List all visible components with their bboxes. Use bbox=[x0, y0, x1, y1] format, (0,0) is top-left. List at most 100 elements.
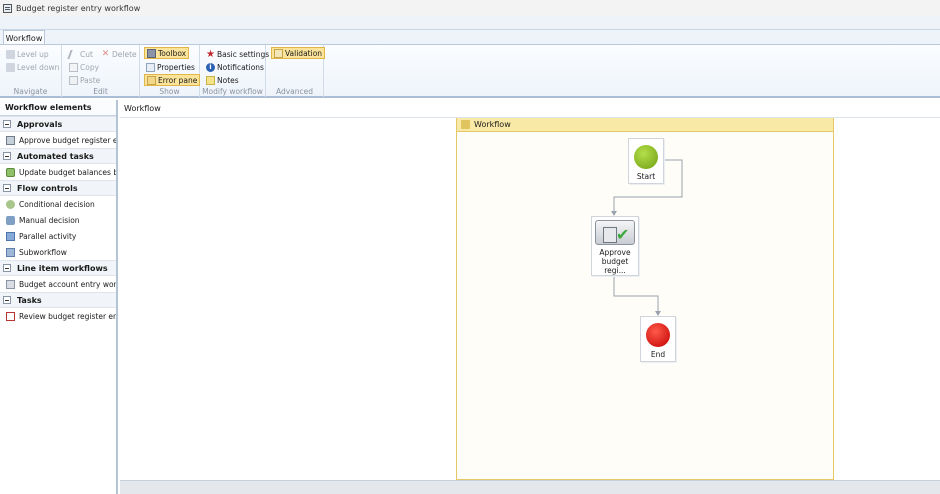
toolbox-label: Toolbox bbox=[158, 48, 187, 58]
element-label: Conditional decision bbox=[19, 199, 95, 209]
task-icon bbox=[6, 311, 15, 321]
group-label-navigate: Navigate bbox=[13, 87, 48, 96]
notifications-button[interactable]: i Notifications bbox=[204, 61, 266, 73]
element-label: Parallel activity bbox=[19, 231, 77, 241]
error-pane-label: Error pane bbox=[158, 75, 198, 85]
category-line-item-workflows[interactable]: Line item workflows bbox=[0, 260, 116, 276]
collapse-icon[interactable] bbox=[3, 152, 11, 160]
canvas-breadcrumb: Workflow bbox=[120, 100, 940, 118]
toolbox-icon bbox=[147, 48, 156, 58]
notes-label: Notes bbox=[217, 75, 239, 85]
end-icon bbox=[646, 323, 670, 347]
element-label: Budget account entry workflow bbox=[19, 279, 116, 289]
element-conditional-decision[interactable]: Conditional decision bbox=[0, 196, 116, 212]
element-approve-budget-register-entry[interactable]: Approve budget register entry bbox=[0, 132, 116, 148]
ribbon-group-edit: Cut ✕ Delete Copy Paste Edit bbox=[62, 45, 140, 97]
properties-icon bbox=[146, 62, 155, 72]
ribbon: Level up Level down Navigate Cut ✕ Delet… bbox=[0, 44, 940, 98]
level-down-icon bbox=[6, 62, 15, 72]
element-budget-account-entry-workflow[interactable]: Budget account entry workflow bbox=[0, 276, 116, 292]
copy-icon bbox=[69, 62, 78, 72]
level-down-button[interactable]: Level down bbox=[4, 61, 61, 73]
window-title: Budget register entry workflow bbox=[16, 3, 141, 13]
copy-label: Copy bbox=[80, 62, 100, 72]
approve-node[interactable]: ✔ Approve budget regi... bbox=[591, 216, 639, 276]
category-flow-controls[interactable]: Flow controls bbox=[0, 180, 116, 196]
element-label: Review budget register entry bbox=[19, 311, 116, 321]
element-subworkflow[interactable]: Subworkflow bbox=[0, 244, 116, 260]
element-update-budget-balances[interactable]: Update budget balances budget bbox=[0, 164, 116, 180]
validation-label: Validation bbox=[285, 48, 323, 58]
automated-task-icon bbox=[6, 167, 15, 177]
canvas-scrollbar[interactable] bbox=[120, 480, 940, 494]
pane-title: Workflow elements bbox=[0, 100, 116, 116]
cut-button[interactable]: Cut bbox=[67, 48, 95, 60]
parallel-activity-icon bbox=[6, 231, 15, 241]
element-review-budget-register-entry[interactable]: Review budget register entry bbox=[0, 308, 116, 324]
level-down-label: Level down bbox=[17, 62, 60, 72]
properties-button[interactable]: Properties bbox=[144, 61, 197, 73]
paste-button[interactable]: Paste bbox=[67, 74, 102, 86]
workflow-container[interactable]: Workflow Start ✔ Approve budget regi... … bbox=[456, 118, 834, 480]
conditional-decision-icon bbox=[6, 199, 15, 209]
element-label: Subworkflow bbox=[19, 247, 67, 257]
category-approvals[interactable]: Approvals bbox=[0, 116, 116, 132]
collapse-icon[interactable] bbox=[3, 120, 11, 128]
group-label-modify: Modify workflow bbox=[202, 87, 263, 96]
ribbon-group-modify: ★ Basic settings i Notifications Notes M… bbox=[200, 45, 269, 97]
info-icon: i bbox=[206, 62, 215, 72]
manual-decision-icon bbox=[6, 215, 15, 225]
approval-icon bbox=[6, 135, 15, 145]
category-label: Tasks bbox=[17, 295, 42, 305]
notes-icon bbox=[206, 75, 215, 85]
notifications-label: Notifications bbox=[217, 62, 264, 72]
category-tasks[interactable]: Tasks bbox=[0, 292, 116, 308]
collapse-icon[interactable] bbox=[3, 184, 11, 192]
collapse-icon[interactable] bbox=[3, 264, 11, 272]
element-parallel-activity[interactable]: Parallel activity bbox=[0, 228, 116, 244]
category-label: Automated tasks bbox=[17, 151, 94, 161]
approval-task-icon: ✔ bbox=[595, 220, 635, 245]
level-up-button[interactable]: Level up bbox=[4, 48, 51, 60]
level-up-icon bbox=[6, 49, 15, 59]
delete-icon: ✕ bbox=[101, 48, 110, 59]
element-label: Approve budget register entry bbox=[19, 135, 116, 145]
ribbon-group-show: Toolbox Properties Error pane Show bbox=[140, 45, 201, 97]
error-pane-icon bbox=[147, 75, 156, 85]
basic-settings-button[interactable]: ★ Basic settings bbox=[204, 48, 271, 60]
basic-settings-label: Basic settings bbox=[217, 49, 270, 59]
group-label-advanced: Advanced bbox=[275, 87, 314, 96]
group-label-edit: Edit bbox=[93, 87, 108, 96]
validation-button[interactable]: Validation bbox=[271, 47, 326, 59]
category-label: Flow controls bbox=[17, 183, 78, 193]
level-up-label: Level up bbox=[17, 49, 49, 59]
workflow-container-title: Workflow bbox=[474, 120, 511, 129]
ribbon-tabs: Workflow bbox=[0, 30, 940, 45]
element-label: Update budget balances budget bbox=[19, 167, 116, 177]
app-icon bbox=[3, 3, 12, 13]
workflow-canvas[interactable]: Workflow Start ✔ Approve budget regi... … bbox=[120, 118, 940, 480]
error-pane-button[interactable]: Error pane bbox=[144, 74, 201, 86]
properties-label: Properties bbox=[157, 62, 195, 72]
start-node[interactable]: Start bbox=[628, 138, 664, 184]
category-automated-tasks[interactable]: Automated tasks bbox=[0, 148, 116, 164]
workflow-container-header[interactable]: Workflow bbox=[457, 118, 833, 132]
end-label: End bbox=[650, 350, 666, 359]
workflow-elements-pane: Workflow elements Approvals Approve budg… bbox=[0, 100, 118, 494]
element-manual-decision[interactable]: Manual decision bbox=[0, 212, 116, 228]
copy-button[interactable]: Copy bbox=[67, 61, 101, 73]
start-label: Start bbox=[636, 172, 656, 181]
title-bar: Budget register entry workflow bbox=[0, 0, 940, 16]
tab-workflow[interactable]: Workflow bbox=[3, 30, 45, 45]
delete-button[interactable]: ✕ Delete bbox=[99, 48, 139, 60]
star-icon: ★ bbox=[206, 48, 215, 60]
collapse-icon[interactable] bbox=[3, 296, 11, 304]
end-node[interactable]: End bbox=[640, 316, 676, 362]
connector-approve-end bbox=[613, 276, 659, 312]
ribbon-group-navigate: Level up Level down Navigate bbox=[0, 45, 62, 97]
toolbox-button[interactable]: Toolbox bbox=[144, 47, 190, 59]
top-band bbox=[0, 16, 940, 30]
category-label: Approvals bbox=[17, 119, 63, 129]
notes-button[interactable]: Notes bbox=[204, 74, 241, 86]
delete-label: Delete bbox=[112, 49, 137, 59]
